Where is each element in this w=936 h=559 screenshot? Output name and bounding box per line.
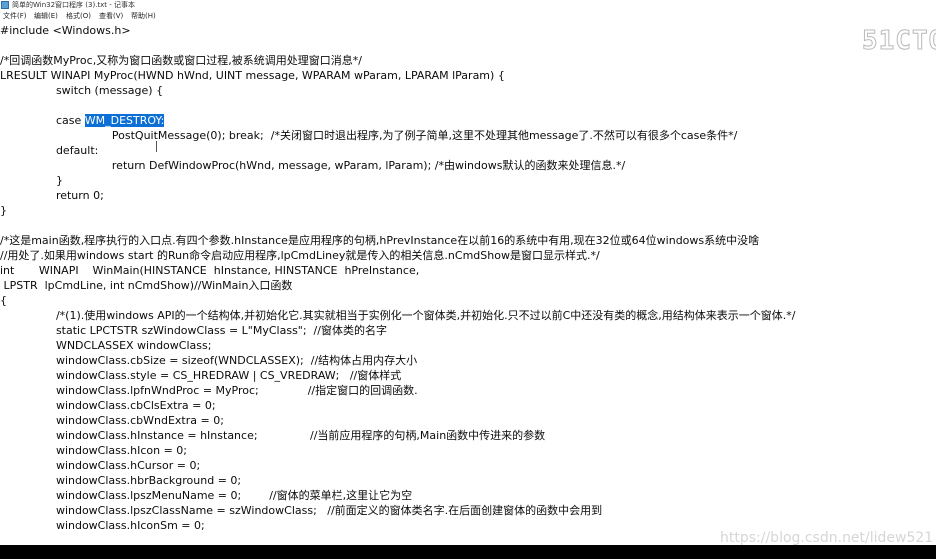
watermark: https://blog.csdn.net/lidew521 [720,530,934,546]
code-line: windowClass.hIconSm = 0; [0,518,205,533]
code-text: windowClass.hInstance = hInstance; //当前应… [0,429,546,442]
code-line: int WINAPI WinMain(HINSTANCE hInstance, … [0,263,419,278]
menu-edit[interactable]: 编辑(E) [34,11,58,22]
code-text: default: [0,144,99,157]
code-line: windowClass.cbSize = sizeof(WNDCLASSEX);… [0,353,417,368]
notepad-icon [1,1,9,9]
code-line: WNDCLASSEX windowClass; [0,338,212,353]
code-line: switch (message) { [0,83,163,98]
code-line: /*回调函数MyProc,又称为窗口函数或窗口过程,被系统调用处理窗口消息*/ [0,53,362,68]
code-line: case WM_DESTROY: [0,113,165,128]
code-text: windowClass.lpszMenuName = 0; //窗体的菜单栏,这… [0,489,413,502]
code-line: windowClass.hCursor = 0; [0,458,200,473]
menu-file[interactable]: 文件(F) [3,11,27,22]
code-text: LPSTR lpCmdLine, int nCmdShow)//WinMain入… [0,279,293,292]
text-cursor [156,141,157,152]
code-text: windowClass.hIcon = 0; [0,444,187,457]
code-text: windowClass.cbSize = sizeof(WNDCLASSEX);… [0,354,418,367]
code-line: windowClass.hIcon = 0; [0,443,187,458]
code-text: windowClass.hIconSm = 0; [0,519,205,532]
code-text: int WINAPI WinMain(HINSTANCE hInstance, … [0,264,420,277]
code-text: windowClass.lpszClassName = szWindowClas… [0,504,603,517]
code-text: LRESULT WINAPI MyProc(HWND hWnd, UINT me… [0,69,505,82]
code-text: /*这是main函数,程序执行的入口点.有四个参数.hInstance是应用程序… [0,234,760,247]
code-line: windowClass.lpszClassName = szWindowClas… [0,503,602,518]
code-line: return DefWindowProc(hWnd, message, wPar… [0,158,625,173]
window-title: 简单的Win32窗口程序 (3).txt - 记事本 [12,1,136,9]
code-text: #include <Windows.h> [0,24,131,37]
code-line: LPSTR lpCmdLine, int nCmdShow)//WinMain入… [0,278,292,293]
code-text: static LPCTSTR szWindowClass = L"MyClass… [0,324,387,337]
bottom-bar [0,545,936,559]
code-text: { [0,294,7,307]
text-editor[interactable]: #include <Windows.h> /*回调函数MyProc,又称为窗口函数… [0,22,936,545]
code-line: windowClass.hbrBackground = 0; [0,473,241,488]
code-line: } [0,203,7,218]
menu-bar: 文件(F) 编辑(E) 格式(O) 查看(V) 帮助(H) [0,11,936,22]
code-text: windowClass.cbClsExtra = 0; [0,399,216,412]
code-text: windowClass.cbWndExtra = 0; [0,414,224,427]
code-text: windowClass.style = CS_HREDRAW | CS_VRED… [0,369,402,382]
code-text: case [0,114,85,127]
code-line: return 0; [0,188,104,203]
code-text: windowClass.hbrBackground = 0; [0,474,242,487]
code-text: windowClass.hCursor = 0; [0,459,201,472]
code-line: //用处了.如果用windows start 的Run命令启动应用程序,lpCm… [0,248,600,263]
menu-help[interactable]: 帮助(H) [131,11,156,22]
code-text: return 0; [0,189,104,202]
code-line: default: [0,143,98,158]
code-line: windowClass.cbWndExtra = 0; [0,413,224,428]
code-line: windowClass.style = CS_HREDRAW | CS_VRED… [0,368,401,383]
code-text: /*(1).使用windows API的一个结构体,并初始化它.其实就相当于实例… [0,309,796,322]
code-line: windowClass.hInstance = hInstance; //当前应… [0,428,545,443]
code-line: #include <Windows.h> [0,23,131,38]
site-logo: 51CTO学 [861,26,936,57]
code-text: //用处了.如果用windows start 的Run命令启动应用程序,lpCm… [0,249,600,262]
code-text: return DefWindowProc(hWnd, message, wPar… [0,159,626,172]
code-text: switch (message) { [0,84,164,97]
code-text: /*回调函数MyProc,又称为窗口函数或窗口过程,被系统调用处理窗口消息*/ [0,54,362,67]
code-line: windowClass.cbClsExtra = 0; [0,398,216,413]
code-line: windowClass.lpszMenuName = 0; //窗体的菜单栏,这… [0,488,412,503]
title-bar: 简单的Win32窗口程序 (3).txt - 记事本 [0,0,936,10]
code-line: /*(1).使用windows API的一个结构体,并初始化它.其实就相当于实例… [0,308,796,323]
code-line: windowClass.lpfnWndProc = MyProc; //指定窗口… [0,383,418,398]
code-line: } [0,173,63,188]
code-text: PostQuitMessage(0); break; /*关闭窗口时退出程序,为… [0,129,738,142]
code-line: LRESULT WINAPI MyProc(HWND hWnd, UINT me… [0,68,505,83]
code-text: } [0,174,63,187]
code-line: static LPCTSTR szWindowClass = L"MyClass… [0,323,387,338]
menu-view[interactable]: 查看(V) [99,11,123,22]
selected-text: WM_DESTROY: [84,114,165,127]
code-line: { [0,293,7,308]
code-line: /*这是main函数,程序执行的入口点.有四个参数.hInstance是应用程序… [0,233,759,248]
code-text: windowClass.lpfnWndProc = MyProc; //指定窗口… [0,384,418,397]
code-text: } [0,204,7,217]
code-text: WNDCLASSEX windowClass; [0,339,212,352]
menu-format[interactable]: 格式(O) [66,11,91,22]
code-line: PostQuitMessage(0); break; /*关闭窗口时退出程序,为… [0,128,737,143]
